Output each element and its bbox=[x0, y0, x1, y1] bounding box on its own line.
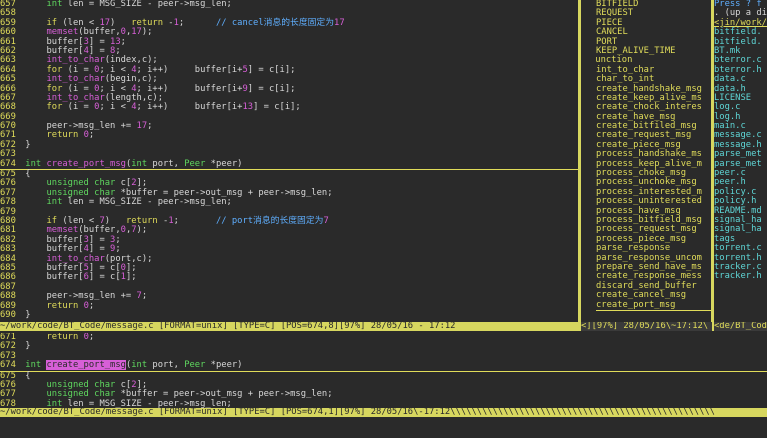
code-text: int len = MSG_SIZE - peer->msg_len; bbox=[46, 0, 232, 9]
code-line[interactable]: 672 } bbox=[0, 341, 767, 351]
editor-pane-top[interactable]: 657 int len = MSG_SIZE - peer->msg_len; 6… bbox=[0, 0, 578, 322]
status-line-taglist: <][97%] 28/05/16\~17:12\ bbox=[581, 322, 712, 332]
code-line[interactable]: 678 int len = MSG_SIZE - peer->msg_len; bbox=[0, 197, 578, 208]
code-line[interactable]: 674 int create_port_msg(int port, Peer *… bbox=[0, 360, 767, 372]
code-line[interactable]: 672 } bbox=[0, 140, 578, 150]
line-number: 674 bbox=[0, 158, 16, 169]
code-text: int create_port_msg(int port, Peer *peer… bbox=[25, 158, 243, 169]
code-line[interactable]: 690 } bbox=[0, 309, 578, 320]
code-text: buffer[6] = c[1]; bbox=[20, 272, 137, 283]
code-text: return 0; bbox=[46, 130, 95, 141]
code-text: } bbox=[20, 309, 31, 320]
code-text: int len = MSG_SIZE - peer->msg_len; bbox=[46, 197, 232, 208]
status-line-bottom: ~/work/code/BT_Code/message.c [FORMAT=un… bbox=[0, 408, 767, 418]
code-line[interactable]: 671 return 0; bbox=[0, 333, 767, 342]
code-line[interactable]: 657 int len = MSG_SIZE - peer->msg_len; bbox=[0, 0, 578, 9]
code-line[interactable]: 689 return 0; bbox=[0, 300, 578, 311]
code-text: int create_port_msg(int port, Peer *peer… bbox=[25, 360, 243, 371]
line-number: 678 bbox=[0, 398, 16, 408]
code-text: return 0; bbox=[46, 333, 95, 342]
line-number: 674 bbox=[0, 360, 16, 371]
status-line-top: ~/work/code/BT_Code/message.c [FORMAT=un… bbox=[0, 322, 578, 332]
code-line[interactable]: 671 return 0; bbox=[0, 130, 578, 141]
file-entry[interactable]: tracker.h bbox=[714, 271, 767, 281]
file-browser-pane[interactable]: Press ? f. (up a di <jin/work/c bitfield. b… bbox=[714, 0, 767, 322]
status-line-filebrowser: <de/BT_Code bbox=[714, 322, 767, 332]
code-line[interactable]: 668 for (i = 0; i < 4; i++) buffer[i+13]… bbox=[0, 102, 578, 113]
code-text: for (i = 0; i < 4; i++) buffer[i+13] = c… bbox=[46, 102, 301, 113]
taglist-function-item[interactable]: create_port_msg bbox=[596, 300, 712, 311]
line-number: 690 bbox=[0, 309, 16, 320]
code-line[interactable]: 686 buffer[6] = c[1]; bbox=[0, 272, 578, 283]
code-line[interactable]: 674 int create_port_msg(int port, Peer *… bbox=[0, 158, 578, 171]
code-text: return 0; bbox=[46, 300, 95, 311]
code-line[interactable]: 678 int len = MSG_SIZE - peer->msg_len; bbox=[0, 398, 767, 408]
taglist-pane[interactable]: BITFIELD REQUEST PIECE CANCEL PORT KEEP_ALIVE… bbox=[596, 0, 712, 322]
editor-pane-bottom[interactable]: 671 return 0; 672 } 673 674 int create_por… bbox=[0, 333, 767, 408]
pane-divider[interactable] bbox=[578, 0, 581, 331]
code-text: int len = MSG_SIZE - peer->msg_len; bbox=[46, 398, 232, 408]
